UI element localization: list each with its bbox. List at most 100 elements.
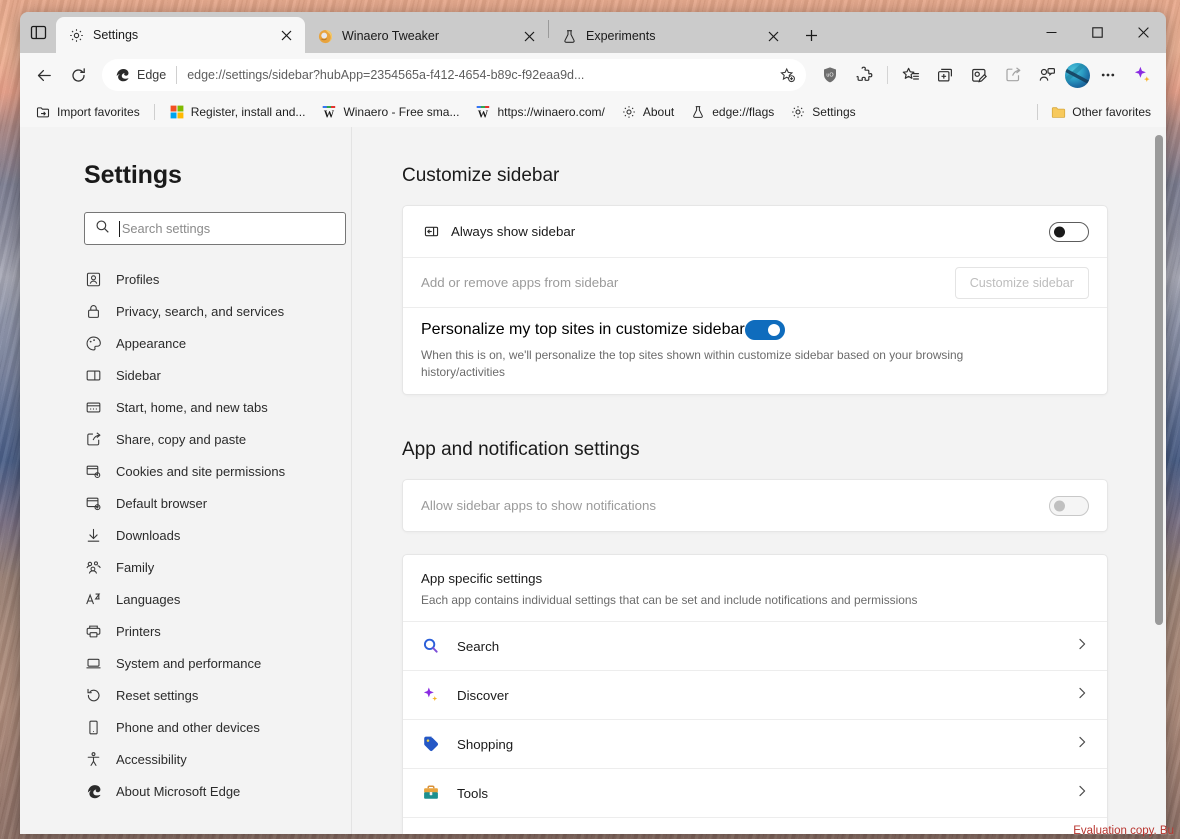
sidebar-item-label: Privacy, search, and services: [116, 303, 285, 319]
app-row-shopping[interactable]: Shopping: [403, 720, 1107, 770]
bookmark-label: Import favorites: [57, 105, 140, 119]
bookmark-edge-flags[interactable]: edge://flags: [683, 101, 781, 123]
sidebar-item-about-edge[interactable]: About Microsoft Edge: [20, 775, 352, 807]
sidebar-item-label: Default browser: [116, 495, 208, 511]
chevron-right-icon: [1075, 735, 1089, 754]
languages-icon: [84, 590, 102, 608]
browser-toolbar: Edge edge://settings/sidebar?hubApp=2354…: [20, 53, 1166, 97]
winaero-globe-icon: [317, 28, 333, 44]
app-name: Discover: [457, 687, 509, 703]
close-icon[interactable]: [518, 25, 540, 47]
sidebar-item-label: Family: [116, 559, 155, 575]
allow-notifications-label: Allow sidebar apps to show notifications: [421, 498, 657, 514]
bookmark-settings[interactable]: Settings: [783, 101, 862, 123]
page-scrollbar[interactable]: [1155, 135, 1163, 625]
sidebar-item-reset-settings[interactable]: Reset settings: [20, 679, 352, 711]
app-row-tools[interactable]: Tools: [403, 769, 1107, 819]
sidebar-item-label: Appearance: [116, 335, 187, 351]
share-arrow-icon: [84, 430, 102, 448]
collections-icon[interactable]: [929, 59, 961, 91]
sidebar-item-privacy[interactable]: Privacy, search, and services: [20, 295, 352, 327]
close-icon[interactable]: [762, 25, 784, 47]
profile-card-icon: [84, 270, 102, 288]
copilot-sparkle-icon[interactable]: [1126, 59, 1158, 91]
screenshot-icon[interactable]: [963, 59, 995, 91]
sidebar-item-system-performance[interactable]: System and performance: [20, 647, 352, 679]
tab-experiments[interactable]: Experiments: [549, 19, 792, 53]
ublock-shield-icon[interactable]: uO: [814, 59, 846, 91]
settings-nav-list: Profiles Privacy, search, and services A…: [20, 263, 352, 807]
sidebar-item-label: Reset settings: [116, 687, 199, 703]
flask-icon: [561, 28, 577, 44]
bookmark-winaero-url[interactable]: W https://winaero.com/: [468, 101, 611, 123]
refresh-button[interactable]: [62, 59, 94, 91]
browser-essentials-icon[interactable]: [1031, 59, 1063, 91]
edge-logo-icon: [84, 782, 102, 800]
sidebar-item-downloads[interactable]: Downloads: [20, 519, 352, 551]
accessibility-icon: [84, 750, 102, 768]
chevron-right-icon: [1075, 784, 1089, 803]
back-button[interactable]: [28, 59, 60, 91]
app-name: Shopping: [457, 736, 514, 752]
always-show-sidebar-label: Always show sidebar: [451, 224, 576, 239]
maximize-button[interactable]: [1074, 12, 1120, 53]
svg-text:W: W: [478, 109, 489, 119]
import-favorites-icon: [35, 104, 51, 120]
bookmark-register-install[interactable]: Register, install and...: [162, 101, 313, 123]
sidebar-panel-icon: [84, 366, 102, 384]
search-settings-box[interactable]: [84, 212, 346, 245]
tab-settings[interactable]: Settings: [56, 17, 305, 53]
settings-page: Settings Search settings Profiles Privac…: [20, 127, 1166, 834]
bookmark-import-favorites[interactable]: Import favorites: [28, 101, 147, 123]
bookmark-about[interactable]: About: [614, 101, 681, 123]
sidebar-item-share-copy-paste[interactable]: Share, copy and paste: [20, 423, 352, 455]
minimize-button[interactable]: [1028, 12, 1074, 53]
sidebar-item-phone-devices[interactable]: Phone and other devices: [20, 711, 352, 743]
app-row-search[interactable]: Search: [403, 622, 1107, 672]
sidebar-item-default-browser[interactable]: Default browser: [20, 487, 352, 519]
search-blue-icon: [421, 636, 441, 656]
sidebar-item-printers[interactable]: Printers: [20, 615, 352, 647]
always-show-sidebar-toggle[interactable]: [1049, 221, 1089, 242]
allow-notifications-row: Allow sidebar apps to show notifications: [403, 480, 1107, 531]
tab-winaero-tweaker[interactable]: Winaero Tweaker: [305, 19, 548, 53]
close-icon[interactable]: [275, 24, 297, 46]
sidebar-item-label: Languages: [116, 591, 181, 607]
sidebar-item-family[interactable]: Family: [20, 551, 352, 583]
bookmark-winaero-free[interactable]: W Winaero - Free sma...: [314, 101, 466, 123]
bookmark-other-favorites[interactable]: Other favorites: [1043, 101, 1158, 123]
address-bar[interactable]: Edge edge://settings/sidebar?hubApp=2354…: [102, 59, 806, 91]
new-tab-button[interactable]: [796, 20, 826, 50]
sidebar-item-start-home[interactable]: Start, home, and new tabs: [20, 391, 352, 423]
sidebar-item-languages[interactable]: Languages: [20, 583, 352, 615]
add-favorite-icon[interactable]: [774, 62, 800, 88]
sidebar-item-cookies-permissions[interactable]: Cookies and site permissions: [20, 455, 352, 487]
bookmark-label: edge://flags: [712, 105, 775, 119]
favorites-star-list-icon[interactable]: [895, 59, 927, 91]
extensions-puzzle-icon[interactable]: [848, 59, 880, 91]
shopping-tag-icon: [421, 734, 441, 754]
sidebar-item-appearance[interactable]: Appearance: [20, 327, 352, 359]
sidebar-item-label: Downloads: [116, 527, 181, 543]
tab-actions-menu-button[interactable]: [20, 12, 56, 53]
printer-icon: [84, 622, 102, 640]
sidebar-item-sidebar[interactable]: Sidebar: [20, 359, 352, 391]
profile-avatar[interactable]: [1065, 62, 1090, 88]
app-row-games[interactable]: Games: [403, 818, 1107, 834]
allow-notifications-toggle[interactable]: [1049, 495, 1089, 516]
flask-icon: [690, 104, 706, 120]
customize-sidebar-button[interactable]: Customize sidebar: [954, 266, 1089, 299]
sidebar-item-accessibility[interactable]: Accessibility: [20, 743, 352, 775]
close-button[interactable]: [1120, 12, 1166, 53]
settings-and-more-icon[interactable]: [1092, 59, 1124, 91]
personalize-top-sites-description: When this is on, we'll personalize the t…: [421, 348, 964, 379]
sidebar-item-label: Printers: [116, 623, 161, 639]
personalize-top-sites-toggle[interactable]: [744, 320, 785, 340]
tab-title: Experiments: [586, 29, 656, 43]
sidebar-item-profiles[interactable]: Profiles: [20, 263, 352, 295]
app-row-discover[interactable]: Discover: [403, 671, 1107, 721]
winaero-w-icon: W: [475, 104, 491, 120]
personalize-top-sites-row: Personalize my top sites in customize si…: [403, 308, 1107, 394]
microsoft-logo-icon: [169, 104, 185, 120]
search-input[interactable]: [121, 221, 335, 236]
